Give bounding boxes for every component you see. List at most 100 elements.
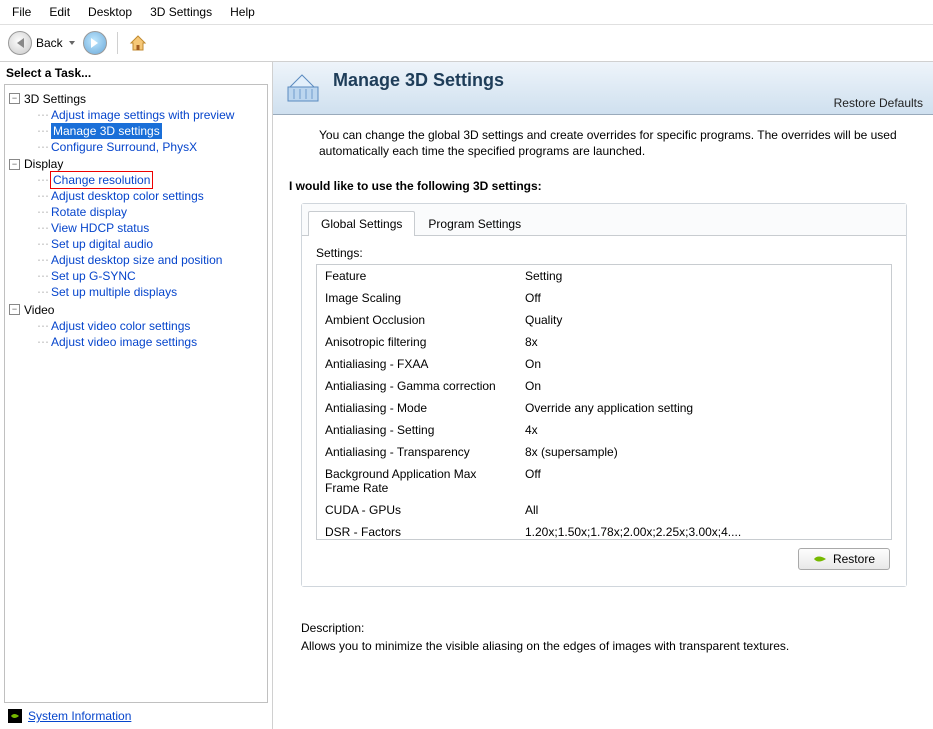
description-label: Description: <box>301 621 907 635</box>
settings-row[interactable]: Image ScalingOff <box>317 287 891 309</box>
menu-edit[interactable]: Edit <box>41 2 78 22</box>
setting-cell: 8x (supersample) <box>517 441 891 463</box>
description-block: Description: Allows you to minimize the … <box>301 621 907 653</box>
settings-row[interactable]: CUDA - GPUsAll <box>317 499 891 521</box>
feature-cell: Ambient Occlusion <box>317 309 517 331</box>
setting-cell: On <box>517 375 891 397</box>
settings-label: Settings: <box>316 246 892 260</box>
tree-item[interactable]: Rotate display <box>51 204 127 220</box>
setting-cell: Override any application setting <box>517 397 891 419</box>
tree-item[interactable]: Set up multiple displays <box>51 284 177 300</box>
main-area: Select a Task... −3D Settings⋯Adjust ima… <box>0 62 933 729</box>
settings-row[interactable]: DSR - Factors1.20x;1.50x;1.78x;2.00x;2.2… <box>317 521 891 539</box>
home-icon <box>128 33 148 53</box>
menu-file[interactable]: File <box>4 2 39 22</box>
setting-cell: Off <box>517 463 891 499</box>
forward-arrow-icon <box>83 31 107 55</box>
tree-item[interactable]: Configure Surround, PhysX <box>51 139 197 155</box>
feature-cell: Anisotropic filtering <box>317 331 517 353</box>
menu-help[interactable]: Help <box>222 2 263 22</box>
settings-row[interactable]: Antialiasing - FXAAOn <box>317 353 891 375</box>
tree-toggle[interactable]: − <box>9 304 20 315</box>
sidebar-title: Select a Task... <box>0 62 272 84</box>
content-pane: Manage 3D Settings Restore Defaults You … <box>272 62 933 729</box>
tab-global-settings[interactable]: Global Settings <box>308 211 415 236</box>
back-arrow-icon <box>8 31 32 55</box>
restore-defaults-link[interactable]: Restore Defaults <box>834 96 923 110</box>
feature-cell: CUDA - GPUs <box>317 499 517 521</box>
intro-text: You can change the global 3D settings an… <box>319 127 907 159</box>
content-body: You can change the global 3D settings an… <box>273 115 933 729</box>
restore-row: Restore <box>316 540 892 572</box>
settings-panel: Global Settings Program Settings Setting… <box>301 203 907 587</box>
tree-item[interactable]: Adjust desktop size and position <box>51 252 222 268</box>
back-label: Back <box>36 36 63 50</box>
description-text: Allows you to minimize the visible alias… <box>301 639 907 653</box>
setting-cell: 1.20x;1.50x;1.78x;2.00x;2.25x;3.00x;4...… <box>517 521 891 539</box>
tree-category[interactable]: Display <box>24 156 63 172</box>
tree-item[interactable]: Set up G-SYNC <box>51 268 136 284</box>
system-information-link[interactable]: System Information <box>0 703 272 729</box>
restore-button-label: Restore <box>833 552 875 566</box>
grid-header: Feature Setting <box>317 265 891 287</box>
tree-category[interactable]: 3D Settings <box>24 91 86 107</box>
col-setting: Setting <box>517 265 891 287</box>
tree-item[interactable]: Adjust image settings with preview <box>51 107 234 123</box>
toolbar: Back <box>0 25 933 62</box>
feature-cell: Antialiasing - Mode <box>317 397 517 419</box>
system-information-label: System Information <box>28 709 131 723</box>
menu-3d-settings[interactable]: 3D Settings <box>142 2 220 22</box>
tree-item[interactable]: Adjust video image settings <box>51 334 197 350</box>
tree-item[interactable]: Adjust desktop color settings <box>51 188 204 204</box>
feature-cell: Antialiasing - Gamma correction <box>317 375 517 397</box>
settings-grid[interactable]: Feature Setting Image ScalingOffAmbient … <box>316 264 892 540</box>
feature-cell: Antialiasing - Setting <box>317 419 517 441</box>
settings-row[interactable]: Antialiasing - Transparency8x (supersamp… <box>317 441 891 463</box>
feature-cell: Antialiasing - FXAA <box>317 353 517 375</box>
tree-item[interactable]: View HDCP status <box>51 220 149 236</box>
menubar: File Edit Desktop 3D Settings Help <box>0 0 933 25</box>
section-title: I would like to use the following 3D set… <box>289 179 907 193</box>
tree-toggle[interactable]: − <box>9 159 20 170</box>
toolbar-separator <box>117 32 118 54</box>
task-tree: −3D Settings⋯Adjust image settings with … <box>4 84 268 703</box>
nvidia-icon <box>8 709 22 723</box>
setting-cell: On <box>517 353 891 375</box>
setting-cell: 8x <box>517 331 891 353</box>
setting-cell: 4x <box>517 419 891 441</box>
feature-cell: Background Application Max Frame Rate <box>317 463 517 499</box>
menu-desktop[interactable]: Desktop <box>80 2 140 22</box>
col-feature: Feature <box>317 265 517 287</box>
setting-cell: Off <box>517 287 891 309</box>
settings-row[interactable]: Antialiasing - Setting4x <box>317 419 891 441</box>
setting-cell: All <box>517 499 891 521</box>
forward-button[interactable] <box>81 29 109 57</box>
tree-item[interactable]: Set up digital audio <box>51 236 153 252</box>
settings-row[interactable]: Ambient OcclusionQuality <box>317 309 891 331</box>
tree-toggle[interactable]: − <box>9 93 20 104</box>
tree-item[interactable]: Change resolution <box>51 172 152 188</box>
tree-category[interactable]: Video <box>24 302 54 318</box>
feature-cell: DSR - Factors <box>317 521 517 539</box>
tabs: Global Settings Program Settings <box>302 204 906 236</box>
tree-item[interactable]: Manage 3D settings <box>51 123 162 139</box>
settings-row[interactable]: Antialiasing - ModeOverride any applicat… <box>317 397 891 419</box>
home-button[interactable] <box>126 31 150 55</box>
tab-program-settings[interactable]: Program Settings <box>415 211 534 236</box>
restore-button[interactable]: Restore <box>798 548 890 570</box>
sidebar: Select a Task... −3D Settings⋯Adjust ima… <box>0 62 272 729</box>
feature-cell: Image Scaling <box>317 287 517 309</box>
chevron-down-icon <box>69 41 75 45</box>
page-title: Manage 3D Settings <box>333 70 504 91</box>
page-icon <box>283 70 323 110</box>
settings-row[interactable]: Background Application Max Frame RateOff <box>317 463 891 499</box>
settings-row[interactable]: Anisotropic filtering8x <box>317 331 891 353</box>
feature-cell: Antialiasing - Transparency <box>317 441 517 463</box>
back-button[interactable]: Back <box>6 29 77 57</box>
setting-cell: Quality <box>517 309 891 331</box>
tree-item[interactable]: Adjust video color settings <box>51 318 190 334</box>
page-header: Manage 3D Settings Restore Defaults <box>273 62 933 115</box>
nvidia-icon <box>813 552 827 566</box>
settings-row[interactable]: Antialiasing - Gamma correctionOn <box>317 375 891 397</box>
panel-body: Settings: Feature Setting Image ScalingO… <box>302 236 906 586</box>
